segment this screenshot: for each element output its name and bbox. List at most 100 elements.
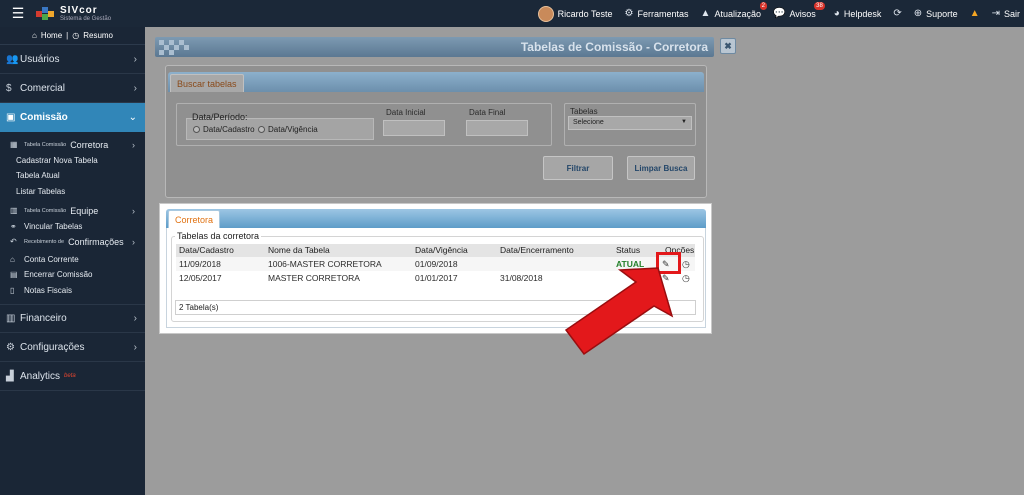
- limpar-busca-button[interactable]: Limpar Busca: [627, 156, 695, 180]
- cell-vigencia: 01/09/2018: [415, 259, 458, 269]
- money-icon: ▣: [6, 112, 16, 123]
- sidebar-item-label: Configurações: [20, 341, 85, 353]
- select-value: Selecione: [573, 119, 604, 126]
- sair-label: Sair: [1003, 8, 1020, 19]
- beta-badge: beta: [64, 373, 76, 379]
- submenu-conta-corrente[interactable]: ⌂ Conta Corrente: [0, 252, 145, 268]
- sidebar-item-usuarios[interactable]: 👥 Usuários ›: [0, 45, 145, 74]
- tabelas-select[interactable]: Selecione ▼: [568, 116, 692, 130]
- home-link[interactable]: Home: [41, 31, 62, 40]
- submenu-tabela-equipe[interactable]: ▥ Tabela Comissão Equipe ›: [0, 203, 145, 219]
- tab-corretora[interactable]: Corretora: [168, 210, 221, 228]
- column-header[interactable]: Data/Encerramento: [500, 244, 574, 257]
- alert-button[interactable]: ▲: [970, 8, 980, 19]
- cell-encerramento: 31/08/2018: [500, 273, 543, 283]
- column-header[interactable]: Nome da Tabela: [268, 244, 330, 257]
- chevron-right-icon: ›: [133, 341, 137, 353]
- user-menu[interactable]: Ricardo Teste: [537, 5, 613, 22]
- breadcrumb-separator: |: [66, 31, 69, 40]
- close-button[interactable]: ✖: [720, 38, 736, 54]
- radio-data-vigencia[interactable]: Data/Vigência: [258, 125, 318, 134]
- ferramentas-label: Ferramentas: [637, 8, 689, 19]
- caret-down-icon: ▼: [681, 119, 687, 125]
- dollar-icon: $: [6, 82, 12, 94]
- avisos-menu[interactable]: 💬 Avisos 38: [773, 2, 825, 19]
- sidebar-item-label: Analytics: [20, 370, 61, 382]
- sidebar-item-financeiro[interactable]: ▥ Financeiro ›: [0, 304, 145, 333]
- results-legend: Tabelas da corretora: [175, 231, 262, 241]
- logo-mark-icon: [36, 6, 56, 21]
- chevron-right-icon: ›: [132, 139, 135, 150]
- app-logo[interactable]: SIVcor Sistema de Gestão: [36, 5, 111, 22]
- suporte-menu[interactable]: ⊕ Suporte: [914, 8, 958, 19]
- page-title: Tabelas de Comissão - Corretora: [520, 40, 708, 54]
- sidebar-item-analytics[interactable]: ▟ Analytics beta: [0, 362, 145, 391]
- chevron-right-icon: ›: [133, 82, 137, 94]
- avatar: [537, 5, 554, 22]
- data-inicial-input[interactable]: [383, 120, 445, 136]
- submenu-label: Corretora: [70, 139, 109, 150]
- column-header[interactable]: Data/Cadastro: [179, 244, 234, 257]
- refresh-button[interactable]: ⟳: [893, 8, 901, 19]
- breadcrumb: ⌂ Home | ◷ Resumo: [0, 27, 145, 45]
- clock-icon: ◷: [72, 31, 80, 40]
- sair-button[interactable]: ⇥ Sair: [992, 8, 1020, 19]
- cell-cadastro: 11/09/2018: [179, 259, 221, 269]
- submenu-listar-tabelas[interactable]: Listar Tabelas: [0, 184, 145, 200]
- reply-icon: ↶: [10, 237, 17, 247]
- atualizacao-menu[interactable]: ▲ Atualização 2: [700, 2, 767, 19]
- atualizacao-label: Atualização: [714, 8, 761, 19]
- submenu-cadastrar-tabela[interactable]: Cadastrar Nova Tabela: [0, 153, 145, 169]
- users-icon: 👥: [6, 53, 19, 65]
- submenu-tabela-atual[interactable]: Tabela Atual: [0, 168, 145, 184]
- refresh-icon: ⟳: [893, 8, 902, 19]
- helpdesk-label: Helpdesk: [843, 8, 882, 19]
- sidebar-item-configuracoes[interactable]: ⚙ Configurações ›: [0, 333, 145, 362]
- warning-icon: ▲: [700, 8, 711, 19]
- chevron-right-icon: ›: [133, 313, 137, 324]
- suporte-label: Suporte: [926, 8, 958, 19]
- tab-buscar-tabelas[interactable]: Buscar tabelas: [170, 74, 244, 92]
- column-header[interactable]: Data/Vigência: [415, 244, 468, 257]
- submenu-vincular-tabelas[interactable]: ⚭ Vincular Tabelas: [0, 219, 145, 235]
- submenu-tabela-corretora[interactable]: ▦ Tabela Comissão Corretora ›: [0, 137, 145, 153]
- sidebar-item-label: Comissão: [20, 112, 68, 123]
- submenu-label: Vincular Tabelas: [24, 221, 83, 231]
- file-icon: ▯: [10, 285, 15, 295]
- table-icon: ▦: [10, 140, 18, 150]
- radio-button: [258, 126, 265, 133]
- cell-nome: 1006-MASTER CORRETORA: [268, 259, 382, 269]
- submenu-small-label: Recebimento de: [24, 238, 65, 245]
- cell-nome: MASTER CORRETORA: [268, 273, 360, 283]
- pointer-arrow-icon: [564, 267, 674, 356]
- filtrar-button[interactable]: Filtrar: [543, 156, 613, 180]
- helpdesk-menu[interactable]: ◕ Helpdesk: [834, 8, 882, 19]
- menu-toggle-icon[interactable]: ☰: [0, 0, 36, 27]
- avisos-badge: 38: [814, 2, 825, 10]
- submenu-label: Encerrar Comissão: [24, 270, 93, 280]
- chevron-right-icon: ›: [133, 53, 137, 65]
- resumo-link[interactable]: Resumo: [83, 31, 113, 40]
- helpdesk-icon: ◕: [833, 8, 840, 19]
- submenu-recebimento[interactable]: ↶ Recebimento de Confirmações ›: [0, 234, 145, 250]
- radio-data-cadastro[interactable]: Data/Cadastro: [193, 125, 255, 134]
- chart-icon: ▟: [6, 370, 14, 382]
- submenu-small-label: Tabela Comissão: [24, 141, 67, 148]
- gears-icon: ⚙: [6, 341, 15, 353]
- periodo-label: Data/Período:: [192, 112, 248, 122]
- submenu-notas-fiscais[interactable]: ▯ Notas Fiscais: [0, 283, 145, 299]
- sidebar: ⌂ Home | ◷ Resumo 👥 Usuários › $ Comerci…: [0, 27, 145, 495]
- sidebar-item-label: Comercial: [20, 82, 66, 94]
- bank-icon: ⌂: [10, 254, 15, 264]
- radio-button: [193, 126, 200, 133]
- data-final-input[interactable]: [466, 120, 528, 136]
- submenu-encerrar-comissao[interactable]: ▤ Encerrar Comissão: [0, 267, 145, 283]
- ferramentas-menu[interactable]: ⚙ Ferramentas: [625, 8, 689, 19]
- radio-label: Data/Cadastro: [203, 125, 255, 134]
- sidebar-item-comissao[interactable]: ▣ Comissão ⌄: [0, 103, 145, 132]
- search-tab-strip: [168, 72, 704, 92]
- column-header[interactable]: Status: [616, 244, 640, 257]
- calculator-icon: ▤: [10, 270, 18, 280]
- sidebar-item-comercial[interactable]: $ Comercial ›: [0, 74, 145, 103]
- data-final-label: Data Final: [469, 108, 506, 117]
